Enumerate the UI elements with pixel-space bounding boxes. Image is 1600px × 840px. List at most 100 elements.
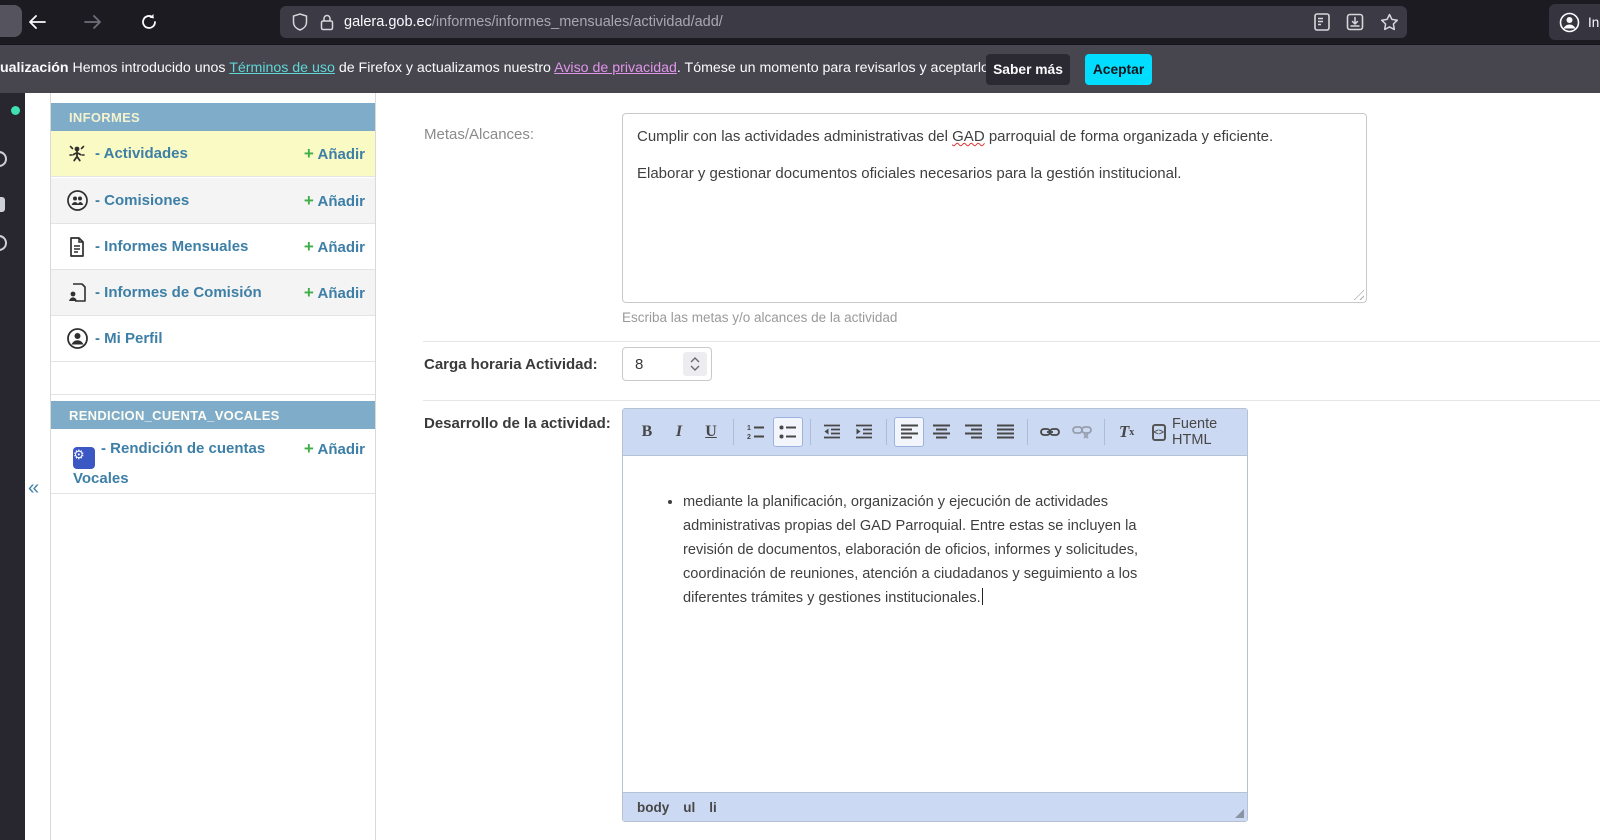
gear-icon: ⚙ [73, 447, 95, 469]
person-document-icon [65, 281, 89, 305]
url-domain: galera.gob.ec [344, 14, 432, 30]
url-bar[interactable]: galera.gob.ec/informes/informes_mensuale… [280, 6, 1407, 38]
metas-textarea[interactable]: Cumplir con las actividades administrati… [622, 113, 1367, 303]
editor-bullet-item: mediante la planificación, organización … [683, 490, 1165, 610]
metas-label: Metas/Alcances: [424, 126, 534, 143]
link-button[interactable] [1035, 417, 1065, 447]
editor-resize-handle[interactable] [1235, 809, 1244, 818]
source-button[interactable]: <> Fuente HTML [1144, 417, 1238, 447]
toolbar-separator [1027, 419, 1028, 445]
notification-prefix: ualización [0, 60, 69, 76]
partial-toolbar-button[interactable] [0, 5, 22, 37]
bullet-list-button[interactable] [773, 417, 803, 447]
partial-tab-icon[interactable] [0, 151, 7, 167]
account-button[interactable]: Ini [1549, 4, 1600, 40]
group-circle-icon [65, 189, 89, 213]
align-left-button[interactable] [894, 417, 924, 447]
editor-toolbar: B I U 12 [623, 409, 1247, 456]
add-informe-mensual-link[interactable]: + Añadir [304, 237, 365, 257]
add-comision-link[interactable]: + Añadir [304, 191, 365, 211]
url-text: galera.gob.ec/informes/informes_mensuale… [344, 14, 723, 30]
source-code-icon: <> [1152, 424, 1167, 441]
editor-element-path: body ul li [623, 792, 1247, 821]
unlink-button[interactable] [1067, 417, 1097, 447]
vertical-tab-strip [0, 93, 25, 840]
account-label: Ini [1588, 15, 1600, 30]
textarea-resize-handle[interactable] [1351, 287, 1364, 300]
section-header-informes: INFORMES [51, 103, 375, 131]
italic-button[interactable]: I [664, 417, 694, 447]
toolbar-separator [1104, 419, 1105, 445]
status-dot-icon [11, 106, 20, 115]
indent-button[interactable] [849, 417, 879, 447]
plus-icon: + [304, 144, 314, 163]
underline-button[interactable]: U [696, 417, 726, 447]
numbered-list-button[interactable]: 12 [741, 417, 771, 447]
profile-circle-icon [65, 327, 89, 351]
sidebar-item-actividades[interactable]: - Actividades + Añadir [51, 131, 375, 177]
rich-text-editor: B I U 12 [622, 408, 1248, 822]
firefox-notification-bar: ualización Hemos introducido unos Términ… [0, 44, 1600, 93]
partial-tab-icon[interactable] [0, 197, 5, 212]
privacy-notice-link[interactable]: Aviso de privacidad [554, 60, 677, 76]
path-body[interactable]: body [637, 800, 669, 815]
toolbar-separator [733, 419, 734, 445]
reader-mode-icon[interactable] [1314, 13, 1330, 31]
number-spinner[interactable] [683, 352, 707, 376]
sidebar-item-rendicion-cuentas[interactable]: ⚙- Rendición de cuentas Vocales + Añadir [51, 429, 375, 494]
misspelled-word: GAD [952, 128, 985, 145]
metas-help-text: Escriba las metas y/o alcances de la act… [622, 310, 897, 325]
bookmark-star-icon[interactable] [1380, 13, 1399, 31]
notification-message: ualización Hemos introducido unos Términ… [0, 60, 1000, 76]
sidebar-item-label: - Mi Perfil [95, 330, 163, 347]
sidebar-item-mi-perfil[interactable]: - Mi Perfil [51, 316, 375, 362]
sidebar-item-informes-comision[interactable]: - Informes de Comisión + Añadir [51, 270, 375, 316]
text-caret [982, 588, 983, 605]
forward-button[interactable] [78, 7, 108, 37]
svg-text:1: 1 [747, 425, 751, 432]
source-button-label: Fuente HTML [1172, 416, 1230, 448]
partial-tab-icon[interactable] [0, 235, 7, 251]
editor-content-area[interactable]: mediante la planificación, organización … [623, 456, 1247, 792]
path-li[interactable]: li [709, 800, 717, 815]
align-right-button[interactable] [958, 417, 988, 447]
terms-of-use-link[interactable]: Términos de uso [229, 60, 335, 76]
plus-icon: + [304, 237, 314, 256]
align-center-button[interactable] [926, 417, 956, 447]
svg-text:2: 2 [747, 434, 751, 440]
add-rendicion-link[interactable]: + Añadir [304, 439, 365, 459]
add-informe-comision-link[interactable]: + Añadir [304, 283, 365, 303]
bold-button[interactable]: B [632, 417, 662, 447]
toolbar-separator [810, 419, 811, 445]
reload-button[interactable] [134, 7, 164, 37]
page-content: « INFORMES - Actividades + Añadir - Comi… [0, 93, 1600, 840]
sidebar-item-label: - Informes de Comisión [95, 284, 262, 301]
sidebar-item-label: - Informes Mensuales [95, 238, 248, 255]
add-actividad-link[interactable]: + Añadir [304, 144, 365, 164]
path-ul[interactable]: ul [683, 800, 695, 815]
back-button[interactable] [22, 7, 52, 37]
row-divider [423, 400, 1600, 401]
account-icon [1559, 12, 1580, 33]
remove-format-button[interactable]: Tx [1112, 417, 1142, 447]
sidebar-collapse-chevron[interactable]: « [28, 477, 39, 500]
save-page-icon[interactable] [1346, 13, 1364, 31]
plus-icon: + [304, 439, 314, 458]
plus-icon: + [304, 283, 314, 302]
sidebar-item-informes-mensuales[interactable]: - Informes Mensuales + Añadir [51, 224, 375, 270]
sidebar-item-label: - Rendición de cuentas Vocales [73, 440, 265, 487]
desarrollo-label: Desarrollo de la actividad: [424, 415, 611, 432]
accept-button[interactable]: Aceptar [1085, 54, 1152, 85]
learn-more-button[interactable]: Saber más [986, 54, 1070, 85]
tracking-shield-icon[interactable] [292, 13, 308, 31]
justify-button[interactable] [990, 417, 1020, 447]
sidebar-menu: INFORMES - Actividades + Añadir - Comisi… [50, 93, 376, 840]
outdent-button[interactable] [817, 417, 847, 447]
sidebar-item-comisiones[interactable]: - Comisiones + Añadir [51, 178, 375, 224]
url-path: /informes/informes_mensuales/actividad/a… [432, 14, 723, 30]
empty-row [51, 362, 375, 395]
plus-icon: + [304, 191, 314, 210]
lock-icon[interactable] [320, 14, 334, 31]
browser-toolbar: galera.gob.ec/informes/informes_mensuale… [0, 0, 1600, 44]
activity-person-icon [65, 142, 89, 166]
